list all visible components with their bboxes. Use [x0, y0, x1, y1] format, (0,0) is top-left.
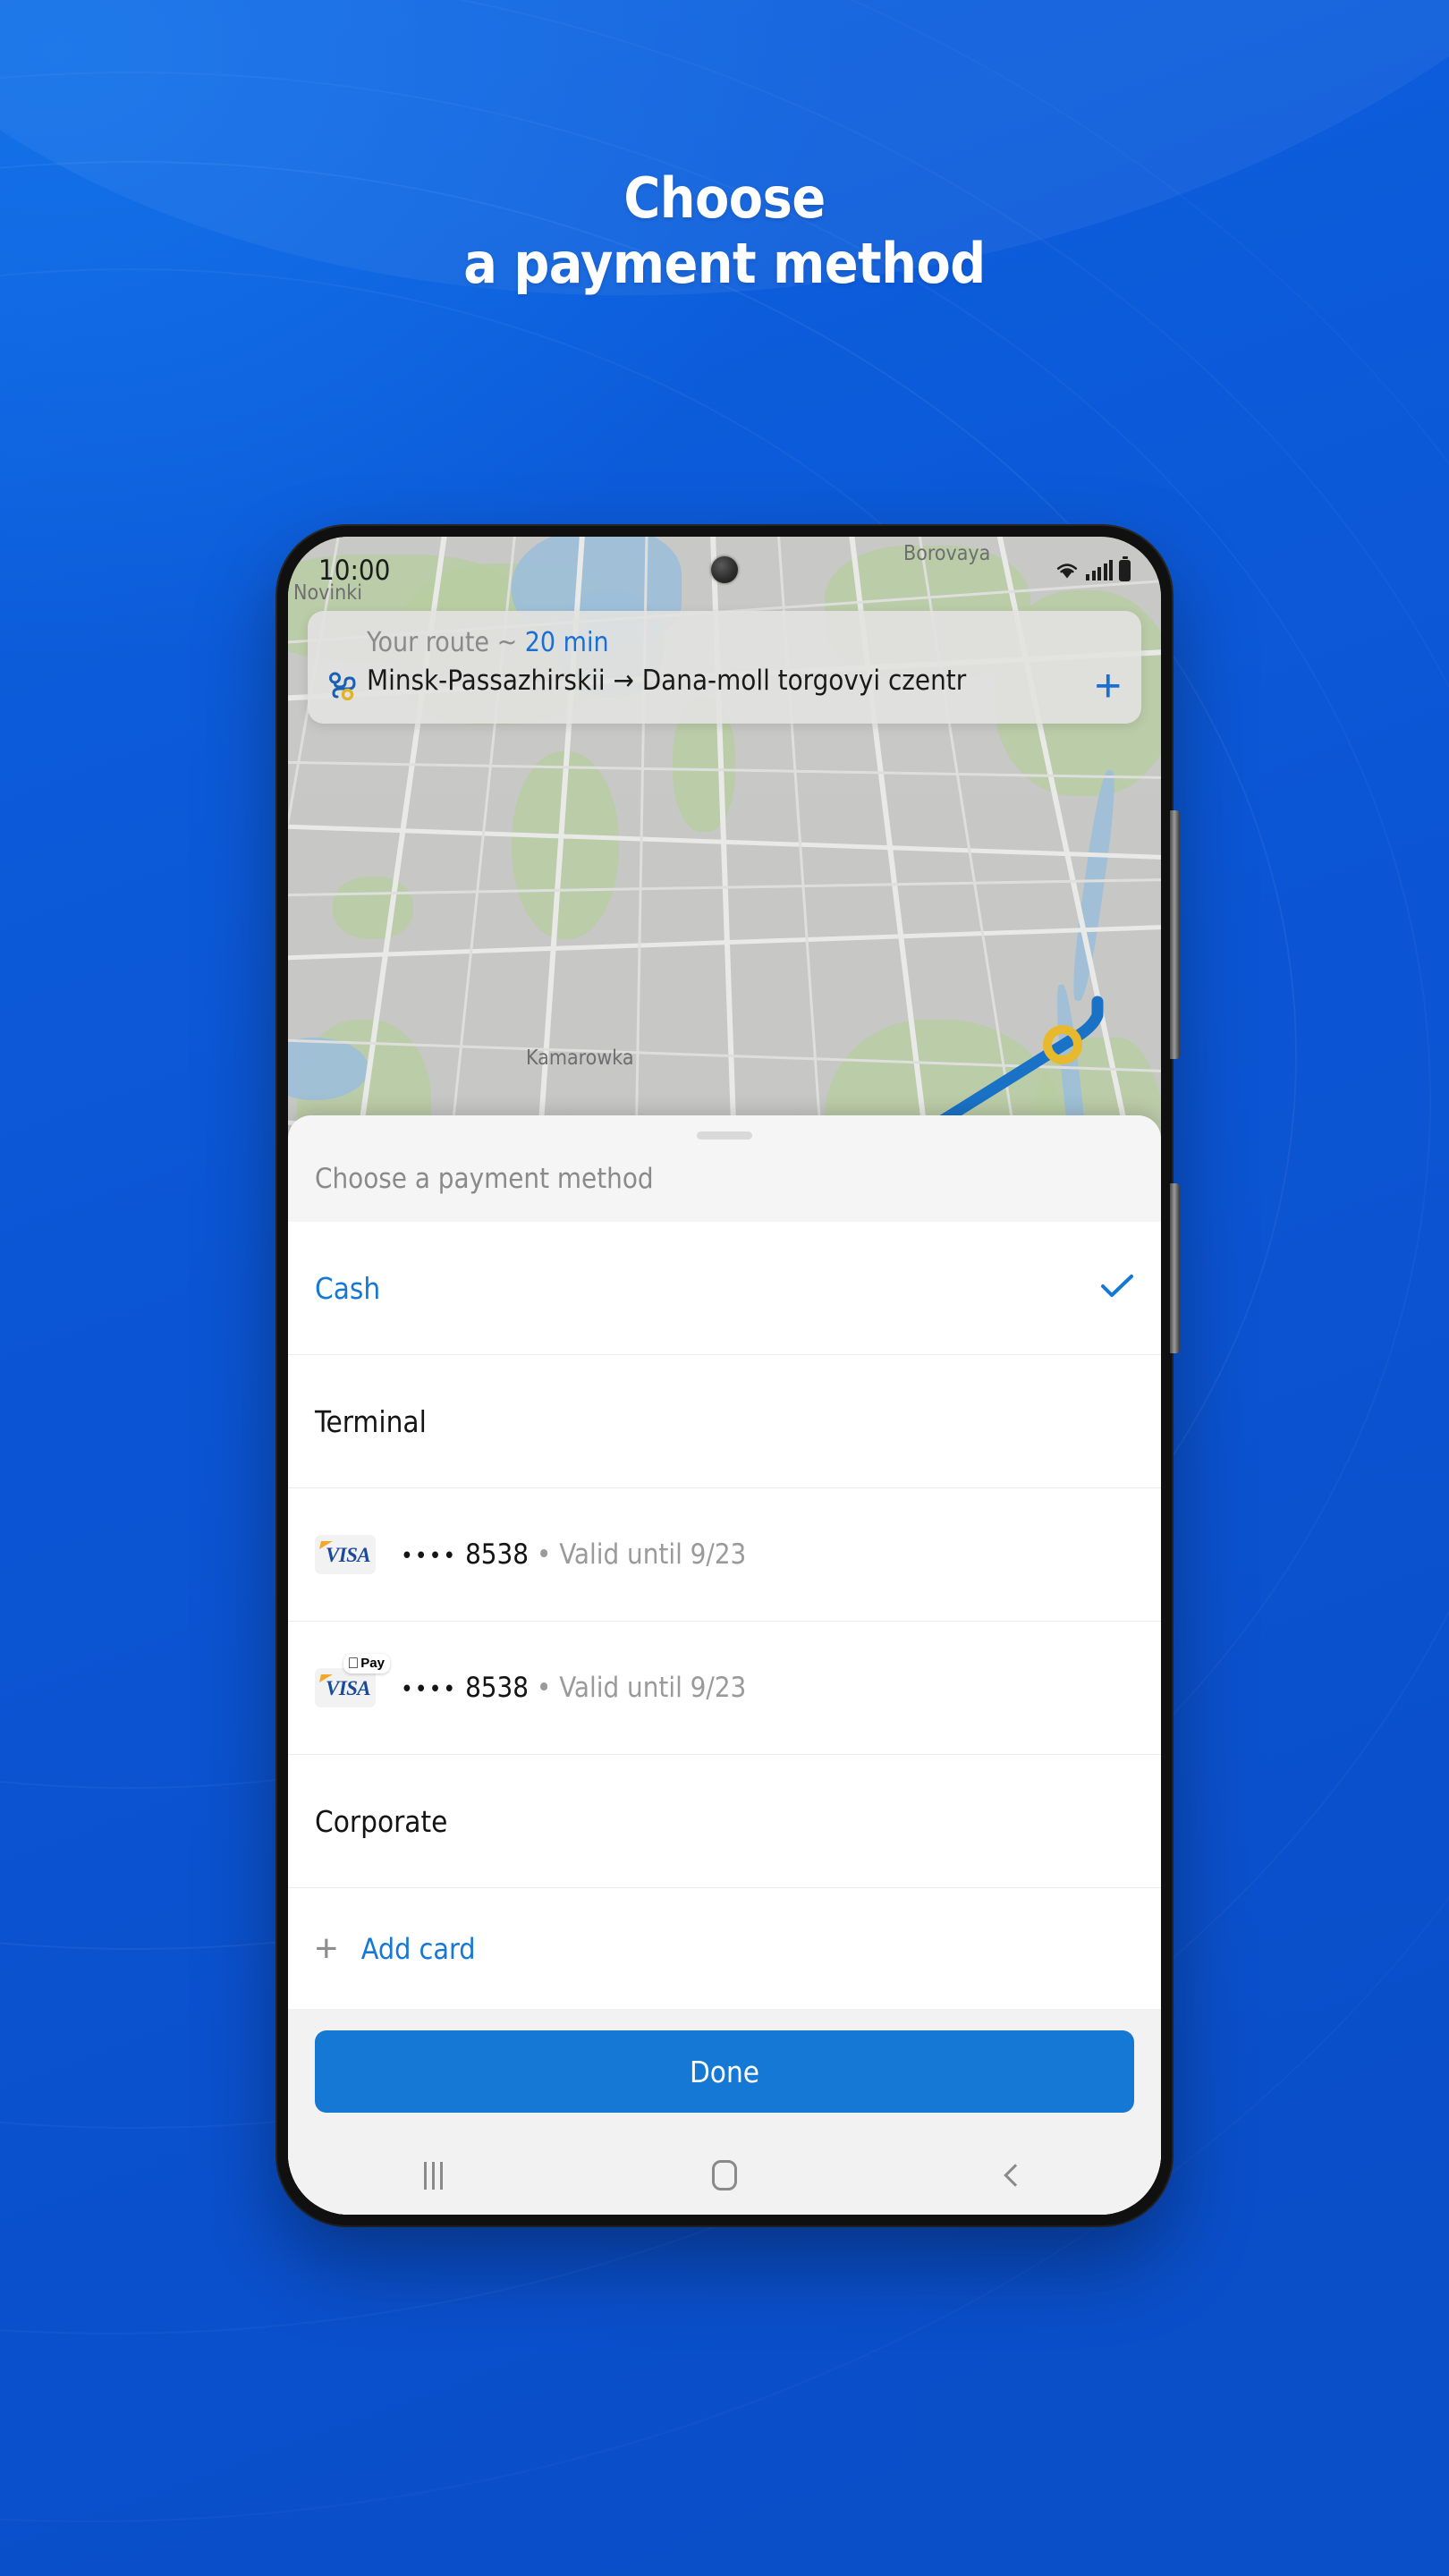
card-summary: •••• 8538 • Valid until 9/23 — [401, 1672, 746, 1704]
cellular-signal-icon — [1086, 560, 1113, 580]
route-card[interactable]: Your route ~ 20 min Minsk-Passazhirskii … — [308, 611, 1141, 724]
visa-wordmark: VISA — [325, 1677, 371, 1699]
page-title: Choose a payment method — [0, 165, 1449, 296]
payment-method-row-corporate[interactable]: Corporate — [288, 1755, 1161, 1888]
home-button[interactable] — [671, 2148, 778, 2202]
map-label: Kamarowka — [526, 1046, 634, 1070]
payment-method-label: Cash — [315, 1270, 381, 1306]
check-icon — [1100, 1273, 1134, 1304]
payment-method-row-visa-1[interactable]: VISA •••• 8538 • Valid until 9/23 — [288, 1488, 1161, 1622]
card-separator: • — [536, 1672, 552, 1704]
volume-button[interactable] — [1170, 810, 1180, 1059]
card-last4: 8538 — [465, 1538, 530, 1571]
wifi-icon — [1056, 564, 1078, 579]
payment-method-label: Terminal — [315, 1403, 427, 1439]
card-masked-dots: •••• — [401, 1543, 458, 1570]
card-validity: Valid until 9/23 — [559, 1538, 747, 1571]
page-title-line1: Choose — [623, 165, 826, 231]
android-nav-bar — [288, 2136, 1161, 2215]
payment-method-row-cash[interactable]: Cash — [288, 1222, 1161, 1355]
power-button[interactable] — [1170, 1183, 1180, 1353]
apple-logo-icon:  — [348, 1656, 360, 1671]
card-summary: •••• 8538 • Valid until 9/23 — [401, 1538, 746, 1571]
back-button[interactable] — [962, 2148, 1069, 2202]
phone-screen: Novinki Borovaya Kamarowka Zalataja 10:0… — [288, 537, 1161, 2215]
visa-wordmark: VISA — [325, 1544, 371, 1566]
payment-method-row-visa-applepay[interactable]: VISA  Pay •••• 8538 • Valid until 9/23 — [288, 1622, 1161, 1755]
route-waypoints-icon — [327, 663, 367, 705]
payment-bottom-sheet: Choose a payment method Cash Terminal VI… — [288, 1115, 1161, 2215]
recents-icon — [424, 2161, 444, 2190]
route-eta-value: 20 min — [524, 627, 609, 658]
card-separator: • — [536, 1538, 552, 1571]
visa-logo-icon: VISA  Pay — [315, 1654, 390, 1707]
back-icon — [1004, 2164, 1028, 2187]
phone-mockup: Novinki Borovaya Kamarowka Zalataja 10:0… — [277, 526, 1180, 2225]
card-validity: Valid until 9/23 — [559, 1672, 747, 1704]
done-button[interactable]: Done — [315, 2030, 1134, 2113]
sheet-drag-handle[interactable] — [697, 1131, 752, 1140]
apple-pay-badge-icon:  Pay — [343, 1654, 390, 1674]
page-title-line2: a payment method — [463, 231, 986, 297]
payment-method-label: Corporate — [315, 1803, 448, 1839]
card-masked-dots: •••• — [401, 1676, 458, 1703]
status-icons — [1055, 560, 1131, 581]
apple-pay-label: Pay — [360, 1656, 385, 1671]
recents-button[interactable] — [380, 2148, 487, 2202]
payment-method-row-terminal[interactable]: Terminal — [288, 1355, 1161, 1488]
route-endpoints: Minsk-Passazhirskii → Dana-moll torgovyi… — [367, 665, 967, 697]
sheet-header: Choose a payment method — [288, 1115, 1161, 1222]
front-camera-icon — [711, 556, 738, 583]
plus-icon: + — [315, 1926, 338, 1970]
visa-logo-icon: VISA — [315, 1535, 376, 1574]
sheet-footer: Done — [288, 2009, 1161, 2136]
sheet-title: Choose a payment method — [315, 1163, 654, 1195]
status-clock: 10:00 — [318, 555, 391, 587]
home-icon — [711, 2160, 737, 2190]
add-card-label: Add card — [360, 1931, 476, 1966]
add-stop-button[interactable]: + — [1068, 663, 1122, 709]
battery-icon — [1119, 560, 1131, 581]
card-last4: 8538 — [465, 1672, 530, 1704]
route-eta-line: Your route ~ 20 min — [367, 627, 1122, 658]
add-card-button[interactable]: + Add card — [288, 1888, 1161, 2009]
route-body: Minsk-Passazhirskii → Dana-moll torgovyi… — [327, 663, 1122, 709]
route-eta-prefix: Your route ~ — [367, 627, 525, 658]
